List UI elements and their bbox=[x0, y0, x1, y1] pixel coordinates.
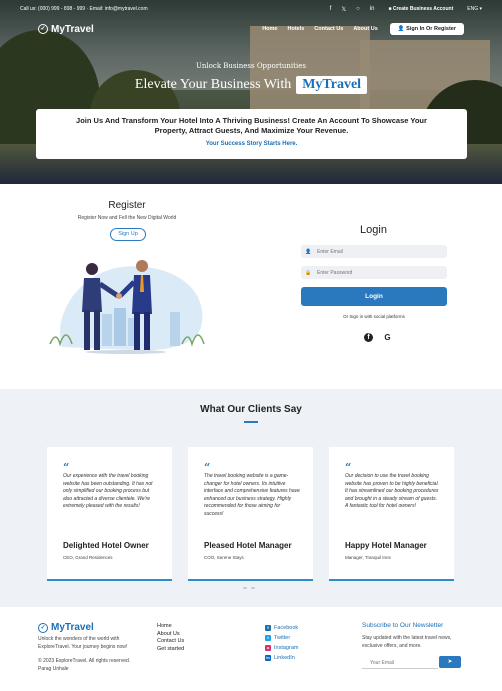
globe-icon: ✓ bbox=[38, 24, 48, 34]
login-button[interactable]: Login bbox=[301, 287, 447, 306]
nav-link-about[interactable]: About Us bbox=[353, 26, 377, 32]
register-subtitle: Register Now and Fell the New Digital Wo… bbox=[77, 215, 177, 221]
hero-subtitle: Unlock Business Opportunities bbox=[196, 62, 306, 70]
handshake-illustration bbox=[49, 260, 205, 354]
linkedin-icon: in bbox=[265, 655, 271, 661]
linkedin-icon[interactable]: in bbox=[370, 6, 375, 13]
testimonial-name: Delighted Hotel Owner bbox=[63, 541, 149, 550]
testimonial-quote: Our decision to use the travel booking w… bbox=[345, 473, 439, 510]
testimonial-role: CEO, Grand Residences bbox=[63, 555, 113, 560]
testimonial-name: Pleased Hotel Manager bbox=[204, 541, 292, 550]
footer-description: Unlock the wonders of the world with Exp… bbox=[38, 636, 128, 650]
title-underline bbox=[244, 421, 258, 423]
carousel-dot[interactable] bbox=[251, 587, 255, 589]
hero-title: Elevate Your Business With MyTravel bbox=[0, 76, 502, 94]
social-login-text: Or Sign in with social platforms bbox=[343, 314, 405, 319]
nav-link-contact[interactable]: Contact Us bbox=[314, 26, 343, 32]
testimonials-title: What Our Clients Say bbox=[200, 404, 302, 415]
newsletter-title: Subscribe to Our Newsletter bbox=[362, 622, 444, 629]
user-icon: 👤 bbox=[305, 248, 312, 255]
newsletter-email-input[interactable] bbox=[362, 657, 438, 669]
social-links: f 𝕏 ○ in bbox=[330, 6, 375, 13]
create-business-account-link[interactable]: ■ Create Business Account bbox=[388, 6, 453, 12]
twitter-icon[interactable]: 𝕏 bbox=[341, 6, 346, 13]
main-nav: ✓ MyTravel Home Hotels Contact Us About … bbox=[0, 20, 502, 38]
nav-links: Home Hotels Contact Us About Us bbox=[262, 26, 378, 32]
top-bar: Call us: (000) 999 - 898 - 999 · Email: … bbox=[0, 0, 502, 18]
signin-button[interactable]: 👤 Sign In Or Register bbox=[389, 23, 464, 35]
twitter-icon: t bbox=[265, 635, 271, 641]
language-select[interactable]: ENG ▾ bbox=[467, 6, 482, 12]
password-input[interactable] bbox=[317, 269, 437, 276]
google-icon[interactable]: G bbox=[383, 333, 392, 342]
footer-link-home[interactable]: Home bbox=[157, 623, 184, 631]
footer-linkedin-link[interactable]: in LinkedIn bbox=[265, 653, 298, 663]
footer-instagram-link[interactable]: o Instagram bbox=[265, 643, 298, 653]
facebook-icon[interactable]: f bbox=[364, 333, 373, 342]
footer-social: f Facebook t Twitter o Instagram in LinkedIn bbox=[265, 623, 298, 663]
success-story-link[interactable]: Your Success Story Starts Here. bbox=[36, 141, 467, 147]
hero-card: Join Us And Transform Your Hotel Into A … bbox=[36, 109, 467, 159]
testimonial-card: “ The travel booking website is a game-c… bbox=[188, 447, 313, 581]
send-icon: ➤ bbox=[447, 659, 453, 665]
brand-logo[interactable]: ✓ MyTravel bbox=[38, 24, 262, 35]
password-field[interactable]: 🔒 bbox=[301, 266, 447, 279]
nav-link-home[interactable]: Home bbox=[262, 26, 277, 32]
testimonial-role: COO, Serene Stays bbox=[204, 555, 244, 560]
globe-icon: ✓ bbox=[38, 622, 48, 633]
login-title: Login bbox=[360, 224, 387, 236]
testimonial-role: Manager, Tranquil Inns bbox=[345, 555, 391, 560]
nav-link-hotels[interactable]: Hotels bbox=[287, 26, 304, 32]
signup-button[interactable]: Sign Up bbox=[110, 228, 146, 241]
footer-link-about[interactable]: About Us bbox=[157, 631, 184, 639]
footer-author: Parag Unhale bbox=[38, 665, 69, 672]
register-title: Register bbox=[108, 200, 146, 211]
instagram-icon[interactable]: ○ bbox=[356, 6, 360, 13]
facebook-icon[interactable]: f bbox=[330, 6, 332, 13]
carousel-dots bbox=[243, 587, 255, 589]
carousel-dot[interactable] bbox=[243, 587, 247, 589]
footer-link-contact[interactable]: Contact Us bbox=[157, 638, 184, 646]
hero-brand-badge: MyTravel bbox=[296, 76, 368, 94]
testimonial-name: Happy Hotel Manager bbox=[345, 541, 427, 550]
hero-card-text: Join Us And Transform Your Hotel Into A … bbox=[76, 116, 427, 135]
email-input[interactable] bbox=[317, 248, 437, 255]
email-field[interactable]: 👤 bbox=[301, 245, 447, 258]
testimonial-quote: Our experience with the travel booking w… bbox=[63, 473, 153, 510]
contact-info: Call us: (000) 999 - 898 - 999 · Email: … bbox=[20, 6, 148, 12]
social-login-buttons: f G bbox=[364, 333, 392, 342]
footer-links: Home About Us Contact Us Get started bbox=[157, 623, 184, 653]
send-button[interactable]: ➤ bbox=[439, 656, 461, 668]
testimonial-card: “ Our experience with the travel booking… bbox=[47, 447, 172, 581]
testimonial-card: “ Our decision to use the travel booking… bbox=[329, 447, 454, 581]
instagram-icon: o bbox=[265, 645, 271, 651]
facebook-icon: f bbox=[265, 625, 271, 631]
newsletter-description: Stay updated with the latest travel news… bbox=[362, 635, 452, 649]
testimonial-quote: The travel booking website is a game-cha… bbox=[204, 473, 300, 517]
footer-facebook-link[interactable]: f Facebook bbox=[265, 623, 298, 633]
footer-logo[interactable]: ✓ MyTravel bbox=[38, 622, 94, 633]
lock-icon: 🔒 bbox=[305, 269, 312, 276]
footer-copyright: © 2023 ExploreTravel. All rights reserve… bbox=[38, 658, 148, 673]
footer-link-get-started[interactable]: Get started bbox=[157, 646, 184, 654]
footer-twitter-link[interactable]: t Twitter bbox=[265, 633, 298, 643]
